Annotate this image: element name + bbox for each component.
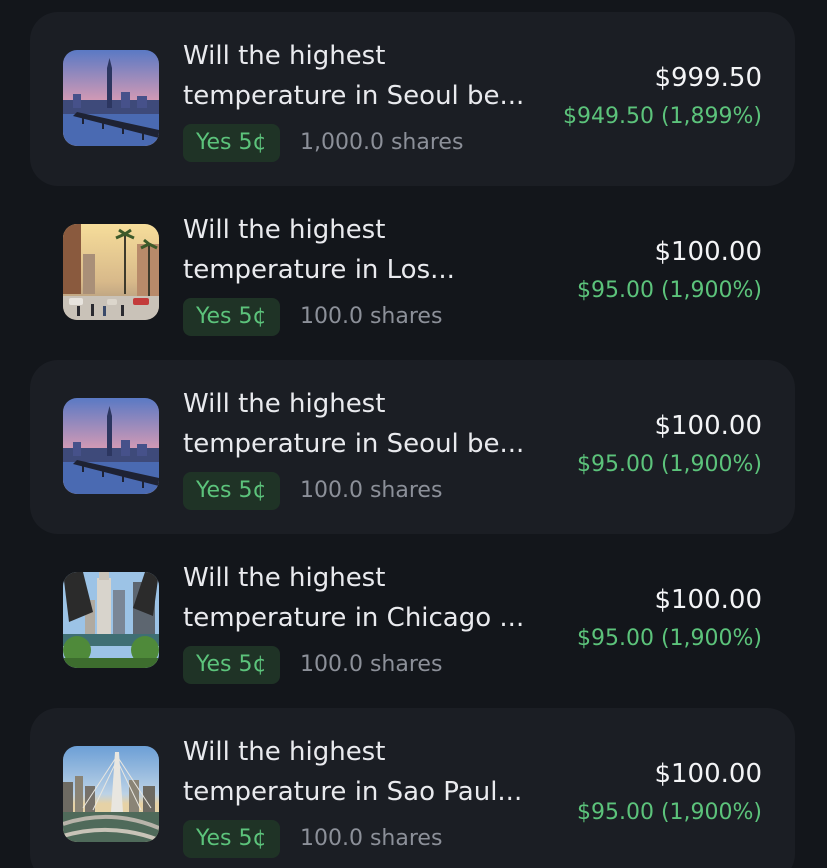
market-title-line2: temperature in Chicago ... (183, 603, 525, 633)
market-title-line2: temperature in Seoul be... (183, 81, 525, 111)
position-gain: $95.00 (1,900%) (576, 626, 762, 651)
sao-paulo-thumbnail (63, 746, 159, 842)
position-value: $100.00 (654, 759, 762, 789)
market-title[interactable]: Will the highest temperature in Seoul be… (183, 384, 543, 464)
position-gain: $949.50 (1,899%) (562, 104, 762, 129)
position-value: $100.00 (654, 585, 762, 615)
positions-list: Will the highest temperature in Seoul be… (0, 0, 827, 868)
position-row[interactable]: Will the highest temperature in Sao Paul… (30, 708, 795, 868)
shares-count: 1,000.0 shares (300, 130, 464, 155)
position-value: $100.00 (654, 237, 762, 267)
market-title-line1: Will the highest (183, 737, 386, 767)
market-title-line1: Will the highest (183, 389, 386, 419)
market-title[interactable]: Will the highest temperature in Seoul be… (183, 36, 543, 116)
position-row[interactable]: Will the highest temperature in Chicago … (30, 534, 795, 708)
market-title-line1: Will the highest (183, 563, 386, 593)
shares-count: 100.0 shares (300, 652, 443, 677)
position-value: $999.50 (654, 63, 762, 93)
outcome-badge: Yes 5¢ (183, 472, 280, 510)
shares-count: 100.0 shares (300, 304, 443, 329)
position-row[interactable]: Will the highest temperature in Seoul be… (30, 12, 795, 186)
position-row[interactable]: Will the highest temperature in Los... Y… (30, 186, 795, 360)
position-gain: $95.00 (1,900%) (576, 800, 762, 825)
market-title[interactable]: Will the highest temperature in Sao Paul… (183, 732, 543, 812)
position-value: $100.00 (654, 411, 762, 441)
shares-count: 100.0 shares (300, 478, 443, 503)
seoul-thumbnail (63, 50, 159, 146)
chicago-thumbnail (63, 572, 159, 668)
position-row[interactable]: Will the highest temperature in Seoul be… (30, 360, 795, 534)
market-title-line2: temperature in Los... (183, 255, 455, 285)
position-gain: $95.00 (1,900%) (576, 278, 762, 303)
shares-count: 100.0 shares (300, 826, 443, 851)
position-gain: $95.00 (1,900%) (576, 452, 762, 477)
market-title-line2: temperature in Sao Paul... (183, 777, 523, 807)
market-title-line1: Will the highest (183, 41, 386, 71)
market-title[interactable]: Will the highest temperature in Chicago … (183, 558, 543, 638)
market-title-line2: temperature in Seoul be... (183, 429, 525, 459)
los-angeles-thumbnail (63, 224, 159, 320)
outcome-badge: Yes 5¢ (183, 298, 280, 336)
outcome-badge: Yes 5¢ (183, 124, 280, 162)
market-title-line1: Will the highest (183, 215, 386, 245)
outcome-badge: Yes 5¢ (183, 646, 280, 684)
market-title[interactable]: Will the highest temperature in Los... (183, 210, 543, 290)
seoul-thumbnail (63, 398, 159, 494)
outcome-badge: Yes 5¢ (183, 820, 280, 858)
